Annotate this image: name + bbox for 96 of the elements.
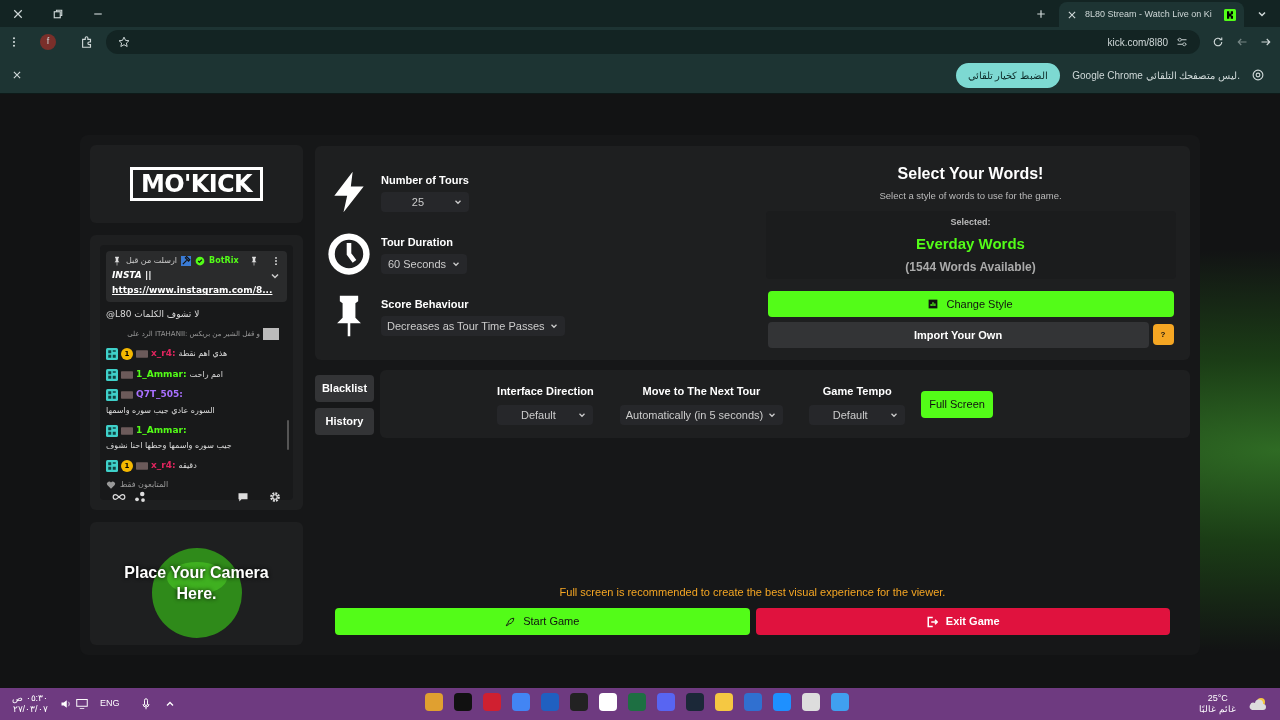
close-icon[interactable]: [1067, 9, 1077, 20]
username[interactable]: Q7T_505:: [136, 388, 183, 402]
sub-badge-icon: [136, 462, 148, 471]
setting-label: Tour Duration: [381, 234, 454, 250]
og-badge-icon: [106, 460, 118, 473]
import-button[interactable]: Import Your Own: [767, 322, 1149, 348]
logo: MO'KICK: [129, 166, 264, 201]
select-dropdown[interactable]: 60 Seconds: [381, 254, 467, 275]
settings-icon[interactable]: [269, 490, 281, 503]
setting-label: Score Behaviour: [381, 296, 470, 312]
username: BotRix: [209, 254, 239, 267]
sub-badge-icon: [121, 426, 133, 435]
close-icon[interactable]: [12, 7, 24, 20]
og-badge-icon: [106, 348, 118, 361]
star-icon[interactable]: [118, 36, 130, 48]
close-icon[interactable]: [12, 70, 22, 80]
select-dropdown[interactable]: Default: [497, 404, 594, 425]
scrollbar[interactable]: [287, 419, 289, 450]
recommendation-notice: Full screen is recommended to create the best visual experience for the viewer.: [559, 584, 946, 600]
profile-avatar[interactable]: f: [40, 34, 56, 50]
app-icon[interactable]: [714, 692, 734, 712]
option-label: Move to The Next Tour: [642, 384, 761, 400]
message-text: جيب سوره واسمها وحطها احنا نشوف: [106, 440, 232, 453]
pinned-label: ارسلت من قبل: [126, 254, 178, 267]
restore-icon[interactable]: [52, 7, 64, 20]
select-dropdown[interactable]: Default: [809, 404, 906, 425]
message-text: امم راحت: [189, 368, 223, 381]
network-icon[interactable]: [76, 698, 89, 710]
chat-bubble-icon[interactable]: [237, 490, 249, 503]
dots-icon[interactable]: [134, 490, 146, 503]
option-label: Game Tempo: [822, 384, 892, 400]
hammer-icon: [181, 255, 192, 266]
verified-icon: [195, 255, 206, 266]
select-dropdown[interactable]: Automatically (in 5 seconds): [619, 404, 784, 425]
browser-tab[interactable]: 8L80 Stream - Watch Live on Ki: [1059, 2, 1244, 27]
section-title: Select Your Words!: [897, 164, 1044, 184]
forward-icon[interactable]: [1260, 36, 1272, 48]
app-icon[interactable]: [424, 692, 444, 712]
section-subtitle: Select a style of words to use for the game.: [879, 189, 1062, 203]
setting-label: Number of Tours: [381, 172, 469, 188]
microphone-icon[interactable]: [139, 698, 152, 710]
speaker-icon[interactable]: [60, 698, 73, 710]
username[interactable]: x_r4:: [151, 347, 176, 361]
full-screen-button[interactable]: Full Screen: [921, 390, 993, 418]
language-indicator[interactable]: ENG: [100, 697, 120, 711]
selected-style-name: Everday Words: [916, 233, 1025, 254]
option-label: Interface Direction: [497, 384, 594, 400]
weather-condition[interactable]: غائم غالبًا: [1199, 704, 1236, 715]
start-game-button[interactable]: Start Game: [335, 608, 750, 635]
og-badge-icon: [106, 424, 118, 437]
temperature[interactable]: 25°C: [1207, 693, 1228, 704]
og-badge-icon: [106, 368, 118, 381]
select-dropdown[interactable]: 25: [381, 192, 469, 213]
reload-icon[interactable]: [1212, 36, 1224, 48]
app-icon[interactable]: [598, 692, 618, 712]
message-text: INSTA ||: [112, 268, 152, 282]
words-available-count: (1544 Words Available): [905, 259, 1036, 277]
message-text: @L80 لا تشوف الكلمات: [106, 307, 200, 321]
username[interactable]: x_r4:: [151, 459, 176, 473]
clock-icon: [327, 232, 371, 276]
sub-badge-icon: [136, 350, 148, 359]
infobar-message: Google Chrome ليس متصفحك التلقائي.: [1072, 68, 1240, 83]
set-default-button[interactable]: الضبط كخيار تلقائي: [955, 62, 1061, 88]
rocket-icon: [505, 616, 516, 627]
og-badge-icon: [106, 389, 118, 402]
sub-badge-icon: [121, 391, 133, 400]
exit-game-button[interactable]: Exit Game: [755, 608, 1170, 635]
change-style-button[interactable]: Change Style: [767, 291, 1174, 317]
username[interactable]: 1_Ammar:: [136, 367, 187, 382]
heart-icon: [106, 479, 116, 490]
message-text: هذي اهم نقطة: [178, 348, 228, 361]
selected-label: Selected:: [950, 216, 991, 230]
tab-title: 8L80 Stream - Watch Live on Ki: [1085, 7, 1213, 21]
avatar-thumbnail: [263, 328, 279, 341]
exit-icon: [925, 615, 938, 628]
link[interactable]: https://www.instagram.com/8...: [112, 284, 273, 298]
infinity-icon[interactable]: [112, 492, 126, 501]
sub-badge-icon: [121, 370, 133, 379]
clock-time[interactable]: ٠٥:٣٠ ص: [12, 693, 49, 704]
message-text: السوره عادي جيب سوره واسمها: [106, 404, 215, 417]
clock-date[interactable]: ٢٧/٠٣/٠٧: [12, 704, 48, 715]
tab-button[interactable]: Blacklist: [315, 375, 374, 402]
tab-button[interactable]: History: [315, 408, 374, 435]
chat-mode-label: المتابعون فقط: [120, 478, 169, 491]
site-logo-icon: [1224, 8, 1236, 21]
select-dropdown[interactable]: Decreases as Tour Time Passes: [381, 316, 565, 337]
app-icon[interactable]: [801, 692, 821, 712]
tune-icon[interactable]: [1176, 36, 1188, 48]
address-bar[interactable]: kick.com/8l80: [106, 30, 1200, 54]
help-button[interactable]: ?: [1152, 324, 1174, 345]
cloud-icon: [1248, 696, 1268, 712]
puzzle-icon[interactable]: [80, 35, 94, 49]
message-text: دقيقه: [178, 460, 197, 473]
url-text: kick.com/8l80: [1107, 35, 1168, 50]
username[interactable]: 1_Ammar:: [136, 423, 187, 438]
plus-icon[interactable]: [1035, 7, 1047, 20]
